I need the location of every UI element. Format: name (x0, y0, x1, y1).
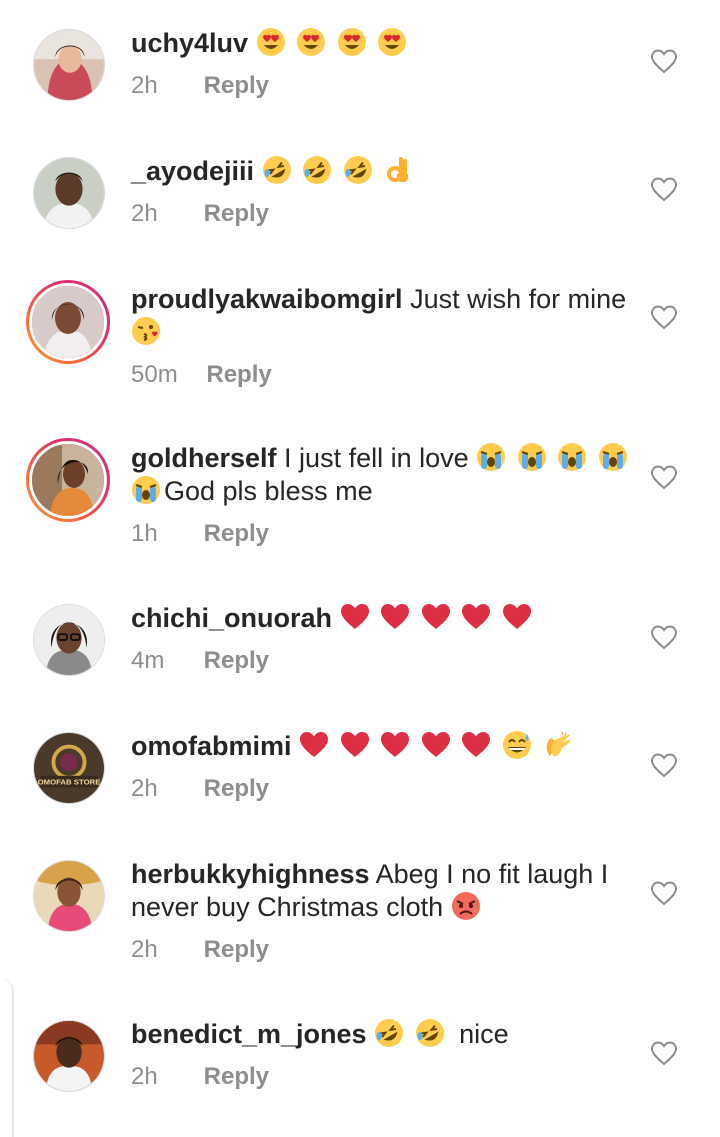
heart-eyes-emoji (296, 27, 326, 57)
avatar[interactable] (33, 860, 105, 932)
comment-username[interactable]: herbukkyhighness (131, 859, 370, 889)
comment-text: I just fell in love (284, 443, 469, 473)
reply-button[interactable]: Reply (204, 775, 269, 802)
ok-hand-emoji (383, 155, 413, 185)
red-heart-emoji (380, 730, 410, 760)
crying-emoji (557, 442, 587, 472)
avatar[interactable] (33, 604, 105, 676)
avatar-store-text: OMOFAB STORE (38, 778, 101, 787)
comment-text: nice (459, 1019, 509, 1049)
red-heart-emoji (421, 602, 451, 632)
rolling-laughing-emoji (374, 1018, 404, 1048)
crying-emoji (476, 442, 506, 472)
rolling-laughing-emoji (415, 1018, 445, 1048)
comment-username[interactable]: benedict_m_jones (131, 1019, 367, 1049)
sweat-smile-emoji (502, 730, 532, 760)
reply-button[interactable]: Reply (204, 520, 269, 547)
reply-button[interactable]: Reply (206, 361, 271, 388)
comments-list: uchy4luv 2h Reply _ayodejiii 2h Reply pr… (0, 0, 720, 1137)
rolling-laughing-emoji (262, 155, 292, 185)
heart-outline-icon[interactable] (650, 752, 678, 778)
comment-timestamp: 2h (131, 200, 158, 227)
heart-outline-icon[interactable] (650, 464, 678, 490)
comment-timestamp: 50m (131, 361, 178, 388)
red-heart-emoji (380, 602, 410, 632)
reply-button[interactable]: Reply (204, 1063, 269, 1090)
rolling-laughing-emoji (302, 155, 332, 185)
rolling-laughing-emoji (343, 155, 373, 185)
comment-text: God pls bless me (164, 476, 373, 506)
heart-outline-icon[interactable] (650, 624, 678, 650)
comment-username[interactable]: chichi_onuorah (131, 603, 332, 633)
kissing-heart-emoji (131, 316, 161, 346)
panel-edge (0, 978, 14, 1137)
red-heart-emoji (461, 730, 491, 760)
comment-timestamp: 2h (131, 936, 158, 963)
red-heart-emoji (299, 730, 329, 760)
heart-eyes-emoji (256, 27, 286, 57)
avatar[interactable] (26, 438, 110, 522)
comment-timestamp: 2h (131, 1063, 158, 1090)
comment-text: Just wish for mine (410, 284, 627, 314)
avatar[interactable] (26, 280, 110, 364)
heart-eyes-emoji (337, 27, 367, 57)
reply-button[interactable]: Reply (204, 647, 269, 674)
comment-timestamp: 2h (131, 775, 158, 802)
heart-outline-icon[interactable] (650, 880, 678, 906)
avatar[interactable] (33, 29, 105, 101)
heart-outline-icon[interactable] (650, 48, 678, 74)
comment-username[interactable]: omofabmimi (131, 731, 292, 761)
avatar[interactable] (33, 1020, 105, 1092)
reply-button[interactable]: Reply (204, 200, 269, 227)
red-heart-emoji (340, 602, 370, 632)
red-heart-emoji (421, 730, 451, 760)
crying-emoji (598, 442, 628, 472)
comment-username[interactable]: uchy4luv (131, 28, 248, 58)
comment-username[interactable]: goldherself (131, 443, 277, 473)
heart-outline-icon[interactable] (650, 304, 678, 330)
reply-button[interactable]: Reply (204, 936, 269, 963)
heart-outline-icon[interactable] (650, 176, 678, 202)
heart-eyes-emoji (377, 27, 407, 57)
comment-username[interactable]: proudlyakwaibomgirl (131, 284, 403, 314)
comment-timestamp: 1h (131, 520, 158, 547)
clapping-emoji (542, 730, 572, 760)
comment-username[interactable]: _ayodejiii (131, 156, 254, 186)
red-heart-emoji (502, 602, 532, 632)
comment-timestamp: 4m (131, 647, 165, 674)
crying-emoji (517, 442, 547, 472)
avatar[interactable]: OMOFAB STORE (33, 732, 105, 804)
angry-emoji (451, 891, 481, 921)
avatar[interactable] (33, 157, 105, 229)
crying-emoji (131, 475, 161, 505)
red-heart-emoji (461, 602, 491, 632)
heart-outline-icon[interactable] (650, 1040, 678, 1066)
red-heart-emoji (340, 730, 370, 760)
comment-timestamp: 2h (131, 72, 158, 99)
reply-button[interactable]: Reply (204, 72, 269, 99)
